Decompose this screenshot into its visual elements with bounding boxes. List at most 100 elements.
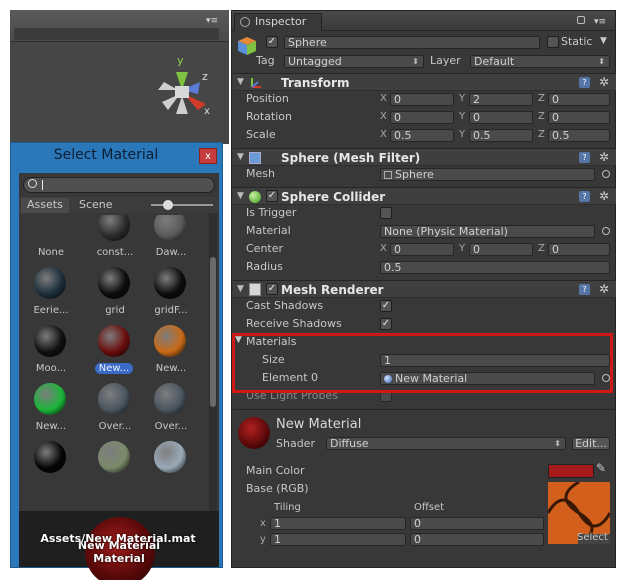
tiling-x-field[interactable]: 1	[270, 517, 406, 530]
scene-menu-icon[interactable]: ▾≡	[206, 16, 218, 26]
rotation-y-field[interactable]: 0	[469, 111, 533, 124]
preview-path: Assets/New Material.mat	[40, 532, 196, 545]
scene-gizmo[interactable]: y z x	[148, 52, 218, 122]
gizmo-center[interactable]	[175, 86, 189, 98]
gear-icon[interactable]: ✲	[599, 282, 609, 296]
material-item-label: Daw...	[155, 247, 187, 258]
help-icon[interactable]: ?	[579, 77, 590, 88]
tab-assets[interactable]: Assets	[21, 198, 69, 213]
collider-icon	[249, 191, 261, 203]
gear-icon[interactable]: ✲	[599, 75, 609, 89]
static-dropdown-icon[interactable]: ▼	[600, 36, 607, 46]
rotation-z-field[interactable]: 0	[548, 111, 610, 124]
radius-field[interactable]: 0.5	[380, 261, 610, 274]
gear-icon[interactable]: ✲	[599, 189, 609, 203]
renderer-enabled-checkbox[interactable]: ✓	[266, 283, 278, 295]
help-icon[interactable]: ?	[579, 284, 590, 295]
material-thumbnail	[98, 441, 130, 473]
gizmo-neg-y-cone[interactable]	[176, 96, 188, 114]
scale-z-field[interactable]: 0.5	[548, 129, 610, 142]
scale-x-field[interactable]: 0.5	[390, 129, 454, 142]
material-item[interactable]: const...	[89, 215, 141, 263]
material-item[interactable]: New...	[25, 379, 77, 437]
gear-icon[interactable]: ✲	[599, 150, 609, 164]
position-x-field[interactable]: 0	[390, 93, 454, 106]
object-name-field[interactable]: Sphere	[284, 36, 540, 49]
select-texture-button[interactable]: Select	[577, 532, 608, 543]
foldout-arrow-icon[interactable]: ▼	[237, 152, 244, 162]
help-icon[interactable]: ?	[579, 191, 590, 202]
scene-search-strip[interactable]	[14, 28, 219, 40]
material-thumbnail	[98, 267, 130, 299]
position-y-field[interactable]: 2	[469, 93, 533, 106]
layer-dropdown[interactable]: Default	[470, 55, 610, 68]
slider-handle[interactable]	[163, 200, 173, 210]
cast-shadows-checkbox[interactable]: ✓	[380, 300, 392, 312]
close-button[interactable]: x	[199, 148, 217, 164]
tiling-y-axis: y	[260, 534, 266, 545]
material-item[interactable]: New...	[89, 321, 141, 379]
material-item[interactable]: New...	[145, 321, 197, 379]
sphere-collider-header[interactable]: ▼ ✓ Sphere Collider ? ✲	[233, 187, 616, 205]
rotation-x-field[interactable]: 0	[390, 111, 454, 124]
offset-y-field[interactable]: 0	[410, 533, 544, 546]
material-thumbnail	[154, 441, 186, 473]
physic-material-field[interactable]: None (Physic Material)	[380, 225, 595, 238]
mesh-filter-header[interactable]: ▼ Sphere (Mesh Filter) ? ✲	[233, 148, 616, 166]
rotation-label: Rotation	[246, 110, 293, 123]
lock-icon[interactable]	[577, 16, 585, 24]
material-item-label: New...	[95, 363, 133, 374]
material-item[interactable]	[25, 437, 77, 495]
scale-y-field[interactable]: 0.5	[469, 129, 533, 142]
is-trigger-checkbox[interactable]	[380, 207, 392, 219]
material-item[interactable]: Daw...	[145, 215, 197, 263]
material-item[interactable]	[89, 437, 141, 495]
material-item[interactable]: None	[25, 215, 77, 263]
static-label: Static	[561, 35, 593, 48]
receive-shadows-checkbox[interactable]: ✓	[380, 318, 392, 330]
material-item[interactable]: Moo...	[25, 321, 77, 379]
mesh-renderer-header[interactable]: ▼ ✓ Mesh Renderer ? ✲	[233, 280, 616, 298]
main-color-swatch[interactable]	[548, 464, 594, 478]
material-item[interactable]: Eerie...	[25, 263, 77, 321]
object-picker-icon[interactable]	[602, 227, 610, 235]
center-x-field[interactable]: 0	[390, 243, 454, 256]
material-item[interactable]	[145, 437, 197, 495]
panel-menu-icon[interactable]: ▾≡	[594, 17, 606, 27]
active-checkbox[interactable]: ✓	[266, 36, 278, 48]
offset-x-field[interactable]: 0	[410, 517, 544, 530]
collider-enabled-checkbox[interactable]: ✓	[266, 190, 278, 202]
object-picker-icon[interactable]	[602, 170, 610, 178]
mesh-field[interactable]: Sphere	[380, 168, 595, 181]
search-field[interactable]	[23, 177, 215, 193]
material-item[interactable]: Over...	[145, 379, 197, 437]
material-thumbnail	[98, 215, 130, 241]
tab-scene[interactable]: Scene	[73, 198, 119, 213]
help-icon[interactable]: ?	[579, 152, 590, 163]
center-z-field[interactable]: 0	[548, 243, 610, 256]
scrollbar-thumb[interactable]	[210, 257, 216, 407]
eyedropper-icon[interactable]: ✎	[596, 461, 606, 475]
foldout-arrow-icon[interactable]: ▼	[237, 77, 244, 87]
select-material-window: Select Material x Assets Scene None const…	[10, 142, 223, 580]
shader-dropdown[interactable]: Diffuse	[326, 437, 566, 450]
foldout-arrow-icon[interactable]: ▼	[237, 284, 244, 294]
foldout-arrow-icon[interactable]: ▼	[237, 191, 244, 201]
material-item[interactable]: gridF...	[145, 263, 197, 321]
tab-inspector[interactable]: Inspector	[234, 13, 322, 31]
static-checkbox[interactable]	[547, 36, 559, 48]
inspector-icon	[240, 17, 250, 27]
position-z-field[interactable]: 0	[548, 93, 610, 106]
material-item[interactable]: Over...	[89, 379, 141, 437]
center-y-field[interactable]: 0	[469, 243, 533, 256]
edit-shader-button[interactable]: Edit...	[572, 437, 610, 450]
preview-size-slider[interactable]	[151, 204, 213, 206]
tiling-y-field[interactable]: 1	[270, 533, 406, 546]
material-item[interactable]: grid	[89, 263, 141, 321]
mesh-renderer-title: Mesh Renderer	[281, 283, 384, 297]
transform-header[interactable]: ▼ Transform ? ✲	[233, 73, 616, 91]
center-y-axis: Y	[459, 243, 466, 254]
scale-x-axis: X	[380, 129, 387, 140]
position-z-axis: Z	[538, 93, 545, 104]
tag-dropdown[interactable]: Untagged	[284, 55, 424, 68]
